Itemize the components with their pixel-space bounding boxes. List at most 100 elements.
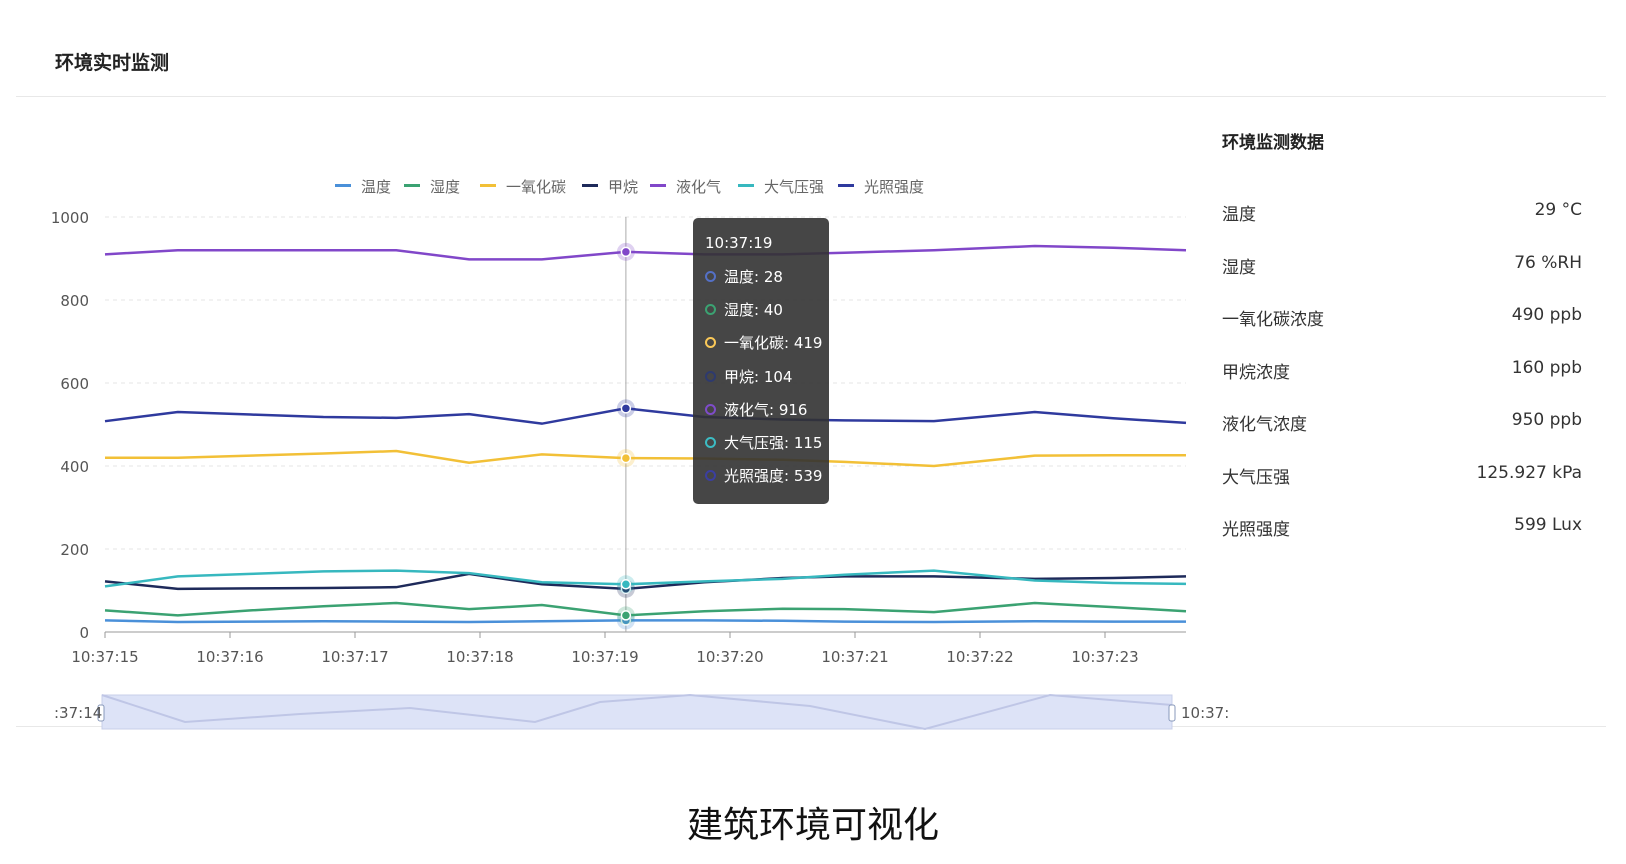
monitor-data-panel: 环境监测数据 温度 29 °C 湿度 76 %RH 一氧化碳浓度 490 ppb 甲烷浓度 1… [1222,128,1582,540]
monitor-label: 光照强度 [1222,520,1290,540]
zoom-end-label: 10:37: [1181,704,1229,722]
tooltip-value: 液化气: 916 [724,400,808,419]
x-tick-label: 10:37:21 [821,648,888,666]
hover-point [620,579,632,590]
tooltip-row: 液化气: 916 [705,399,807,419]
zoom-handle-right[interactable] [1168,704,1176,722]
tooltip-row: 光照强度: 539 [705,465,822,485]
series-dot-icon [705,437,716,448]
y-tick-label: 200 [60,541,89,559]
zoom-start-label: :37:14 [54,704,102,722]
tooltip-value: 甲烷: 104 [724,367,793,386]
legend-label: 大气压强 [764,178,824,196]
monitor-label: 温度 [1222,205,1256,225]
x-tick-label: 10:37:16 [196,648,263,666]
legend-swatch-icon [650,184,666,187]
tooltip-time: 10:37:19 [705,234,773,252]
tooltip-value: 光照强度: 539 [724,467,823,486]
legend-item[interactable]: 液化气 [650,178,721,196]
legend-label: 光照强度 [864,178,924,196]
series-dot-icon [705,271,716,282]
side-panel-title: 环境监测数据 [1222,133,1324,153]
tooltip-row: 大气压强: 115 [705,432,822,452]
monitor-row: 液化气浓度 950 ppb [1222,410,1582,435]
y-tick-label: 0 [79,624,89,642]
y-axis: 0 200 400 600 800 1000 [51,209,89,642]
series-line [104,572,1187,591]
legend-label: 温度 [361,178,391,196]
monitor-row: 甲烷浓度 160 ppb [1222,357,1582,383]
monitor-label: 液化气浓度 [1222,415,1307,435]
series-dot-icon [705,337,716,349]
legend-label: 甲烷 [608,178,638,196]
y-tick-label: 400 [60,458,89,476]
legend-swatch-icon [838,184,854,187]
series-dot-icon [705,403,716,415]
monitor-label: 大气压强 [1222,467,1290,488]
series-line [104,244,1187,261]
hover-point [620,403,632,414]
x-tick-label: 10:37:19 [571,648,638,666]
tooltip-value: 温度: 28 [724,268,783,286]
series-dot-icon [705,304,716,316]
legend-label: 一氧化碳 [506,178,566,196]
tooltip-row: 一氧化碳: 419 [705,332,822,352]
x-tick-label: 10:37:18 [446,648,513,666]
figure-caption: 建筑环境可视化 [686,805,939,846]
legend-item[interactable]: 湿度 [404,178,460,196]
monitor-value: 950 ppb [1511,410,1582,430]
tooltip-value: 湿度: 40 [724,301,783,320]
legend-label: 液化气 [676,178,721,196]
y-tick-label: 1000 [51,209,89,227]
chart-tooltip: 10:37:19 温度: 28 湿度: 40 一氧化碳: 419 甲烷: 104 液化气… [693,218,829,504]
monitor-value: 160 ppb [1511,357,1582,378]
monitor-value: 125.927 kPa [1476,462,1582,483]
legend-swatch-icon [335,184,351,187]
chart-grid [105,216,1186,633]
x-tick-label: 10:37:22 [946,648,1013,666]
legend-swatch-icon [404,184,420,187]
chart-series [104,217,1187,632]
hover-point [620,246,632,258]
legend-item[interactable]: 甲烷 [582,178,638,196]
series-dot-icon [705,370,716,382]
y-tick-label: 600 [60,375,89,393]
tooltip-value: 一氧化碳: 419 [724,334,823,353]
tooltip-row: 湿度: 40 [705,299,783,319]
series-line [104,569,1187,588]
hover-point [620,452,632,464]
monitor-label: 一氧化碳浓度 [1222,310,1324,330]
monitor-row: 光照强度 599 Lux [1222,515,1582,540]
legend-item[interactable]: 光照强度 [838,178,924,196]
y-tick-label: 800 [60,292,89,310]
data-zoom-slider: :37:14 10:37: [54,693,1229,731]
monitor-value: 76 %RH [1514,252,1582,273]
legend-swatch-icon [582,184,598,187]
legend-label: 湿度 [430,178,460,196]
legend-item[interactable]: 一氧化碳 [480,178,566,196]
series-dot-icon [705,470,716,482]
monitor-value: 490 ppb [1511,305,1582,325]
chart-legend: 温度 湿度 一氧化碳 甲烷 液化气 大气压强 光照强度 [335,178,924,196]
monitor-label: 甲烷浓度 [1222,362,1290,383]
x-tick-label: 10:37:15 [71,648,138,666]
monitor-row: 温度 29 °C [1222,200,1582,225]
tooltip-row: 甲烷: 104 [705,366,792,386]
tooltip-row: 温度: 28 [705,266,783,286]
legend-swatch-icon [480,184,496,187]
x-axis: 10:37:15 10:37:16 10:37:17 10:37:18 10:37:19… [71,632,1139,666]
legend-item[interactable]: 温度 [335,178,391,196]
monitor-label: 湿度 [1222,257,1256,278]
x-tick-label: 10:37:20 [696,648,763,666]
legend-item[interactable]: 大气压强 [738,178,824,196]
monitor-value: 29 °C [1534,200,1582,220]
series-line [104,407,1187,425]
monitor-value: 599 Lux [1514,515,1582,535]
x-tick-label: 10:37:23 [1071,648,1138,666]
legend-swatch-icon [738,184,754,187]
monitor-row: 一氧化碳浓度 490 ppb [1222,305,1582,330]
series-line [105,449,1186,468]
series-line [104,619,1186,624]
monitor-row: 湿度 76 %RH [1222,252,1582,278]
hover-point [620,610,632,621]
